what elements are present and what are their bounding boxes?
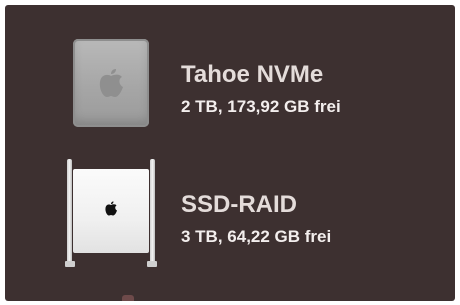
disk-capacity: 3 TB, 64,22 GB frei: [181, 227, 332, 246]
disk-name: Tahoe NVMe: [181, 61, 324, 88]
mac-pro-icon: [65, 159, 157, 267]
apple-logo-icon: [105, 201, 117, 216]
disk-capacity: 2 TB, 173,92 GB frei: [181, 97, 341, 116]
disk-name: SSD-RAID: [181, 191, 298, 218]
tower-body: [73, 169, 149, 253]
disk-item-tahoe-nvme[interactable]: Tahoe NVMe 2 TB, 173,92 GB frei: [5, 33, 455, 153]
tower-foot-right: [147, 261, 157, 267]
storage-panel: Tahoe NVMe 2 TB, 173,92 GB frei SSD-RAID…: [5, 5, 455, 301]
tower-rail-right: [150, 159, 155, 263]
disk-item-ssd-raid[interactable]: SSD-RAID 3 TB, 64,22 GB frei: [5, 159, 455, 283]
partial-next-item-icon: [122, 295, 134, 301]
tower-rail-left: [67, 159, 72, 263]
drive-icon: [73, 39, 149, 127]
apple-logo-icon: [99, 69, 123, 97]
tower-foot-left: [65, 261, 75, 267]
